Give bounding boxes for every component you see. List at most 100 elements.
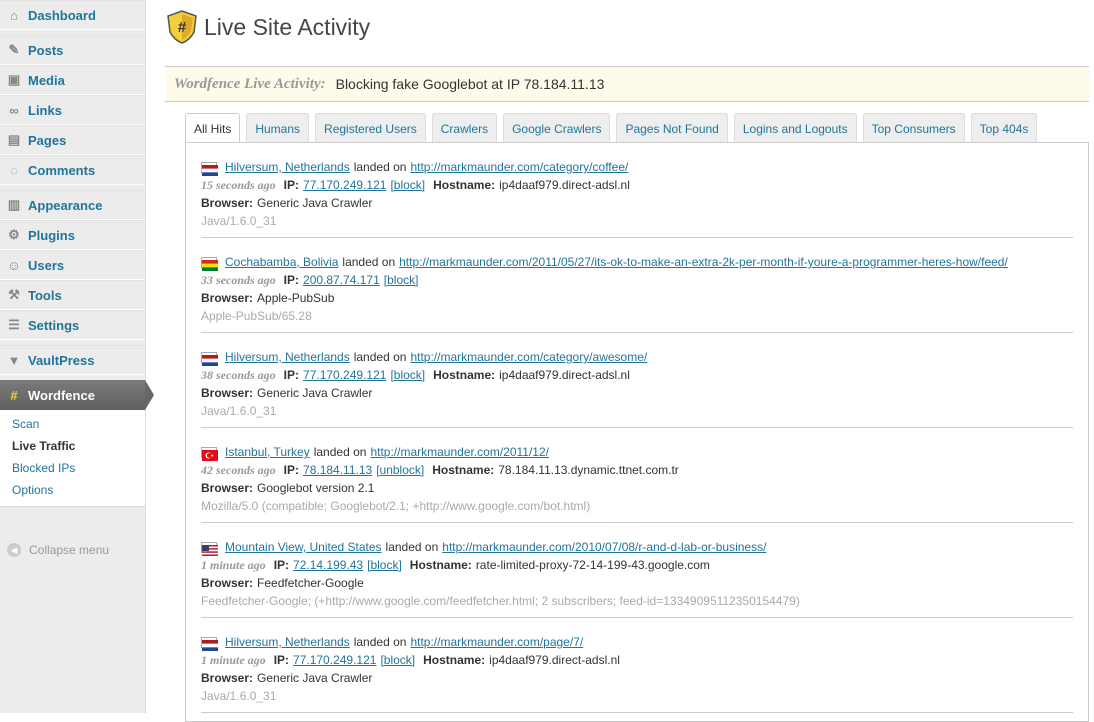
- main-content: # Live Site Activity Wordfence Live Acti…: [146, 0, 1094, 722]
- hit-user-agent: Mozilla/5.0 (compatible; Googlebot/2.1; …: [201, 499, 591, 513]
- tab-all-hits[interactable]: All Hits: [185, 113, 241, 144]
- block-ip-link[interactable]: [block]: [367, 556, 402, 574]
- hit-hostname: rate-limited-proxy-72-14-199-43.google.c…: [475, 558, 710, 572]
- plugin-icon: ⚙: [8, 227, 20, 242]
- hit-url-link[interactable]: http://markmaunder.com/category/coffee/: [410, 158, 628, 176]
- browser-label: Browser:: [201, 386, 254, 400]
- hit-location-row: Mountain View, United States landed on h…: [201, 538, 1073, 556]
- hit-ip-link[interactable]: 200.87.74.171: [303, 271, 380, 289]
- tab-logins-and-logouts[interactable]: Logins and Logouts: [733, 113, 857, 143]
- admin-sidebar: ⌂ Dashboard ✎ Posts ▣ Media ∞ Links ▤ Pages ◌ Comme…: [0, 0, 154, 713]
- sidebar-item-label: Tools: [28, 287, 62, 303]
- hit-url-link[interactable]: http://markmaunder.com/2011/12/: [370, 443, 549, 461]
- sidebar-item-label: Dashboard: [28, 7, 96, 23]
- hits-panel: Hilversum, Netherlands landed on http://…: [185, 142, 1089, 722]
- hit-url-link[interactable]: http://markmaunder.com/page/7/: [410, 633, 583, 651]
- hit-ip-link[interactable]: 72.14.199.43: [293, 556, 363, 574]
- sidebar-item-label: Media: [28, 72, 65, 88]
- submenu-options[interactable]: Options: [0, 480, 145, 502]
- wordfence-submenu: Scan Live Traffic Blocked IPs Options: [0, 410, 145, 507]
- live-activity-message: Blocking fake Googlebot at IP 78.184.11.…: [335, 76, 605, 92]
- ip-label: IP:: [273, 653, 290, 667]
- hit-entry: Cochabamba, Bolivia landed on http://mar…: [201, 238, 1073, 333]
- sidebar-item-users[interactable]: ☺ Users: [0, 250, 145, 280]
- block-ip-link[interactable]: [block]: [380, 651, 415, 669]
- tab-pages-not-found[interactable]: Pages Not Found: [616, 113, 728, 143]
- hit-entry: Hilversum, Netherlands landed on http://…: [201, 618, 1073, 713]
- hit-ip-row: 42 seconds ago IP: 78.184.11.13 [unblock…: [201, 461, 1073, 479]
- block-ip-link[interactable]: [block]: [390, 366, 425, 384]
- block-ip-link[interactable]: [block]: [390, 176, 425, 194]
- appearance-icon: ▥: [7, 197, 21, 212]
- hit-ip-link[interactable]: 78.184.11.13: [303, 461, 372, 479]
- submenu-scan[interactable]: Scan: [0, 414, 145, 436]
- sidebar-item-label: Appearance: [28, 197, 103, 213]
- sidebar-item-comments[interactable]: ◌ Comments: [0, 155, 145, 185]
- hit-location-link[interactable]: Mountain View, United States: [225, 538, 382, 556]
- collapse-menu-button[interactable]: ◀ Collapse menu: [0, 543, 145, 557]
- ip-label: IP:: [283, 273, 300, 287]
- hostname-label: Hostname:: [423, 653, 486, 667]
- sidebar-item-wordfence[interactable]: # Wordfence: [0, 380, 154, 410]
- hit-hostname: ip4daaf979.direct-adsl.nl: [489, 653, 620, 667]
- tab-top-consumers[interactable]: Top Consumers: [862, 113, 965, 143]
- hit-url-link[interactable]: http://markmaunder.com/2011/05/27/its-ok…: [399, 253, 1008, 271]
- block-ip-link[interactable]: [block]: [384, 271, 419, 289]
- hit-user-agent: Java/1.6.0_31: [201, 404, 277, 418]
- block-ip-link[interactable]: [unblock]: [376, 461, 424, 479]
- sidebar-item-label: Wordfence: [28, 387, 95, 403]
- hit-location-link[interactable]: Istanbul, Turkey: [225, 443, 310, 461]
- hit-user-agent: Apple-PubSub/65.28: [201, 309, 312, 323]
- hit-ip-link[interactable]: 77.170.249.121: [293, 651, 376, 669]
- sidebar-item-plugins[interactable]: ⚙ Plugins: [0, 220, 145, 250]
- hit-browser-row: Browser: Apple-PubSub: [201, 289, 1073, 307]
- traffic-tabs: All Hits Humans Registered Users Crawlers Go…: [185, 113, 1043, 144]
- vaultpress-icon: ▼: [7, 352, 21, 368]
- hit-url-link[interactable]: http://markmaunder.com/category/awesome/: [410, 348, 647, 366]
- tab-registered-users[interactable]: Registered Users: [315, 113, 426, 143]
- hostname-label: Hostname:: [432, 463, 495, 477]
- hit-location-link[interactable]: Cochabamba, Bolivia: [225, 253, 338, 271]
- tab-top-404s[interactable]: Top 404s: [970, 113, 1038, 143]
- hit-time-ago: 42 seconds ago: [201, 463, 276, 477]
- sidebar-item-appearance[interactable]: ▥ Appearance: [0, 190, 145, 220]
- hit-ip-link[interactable]: 77.170.249.121: [303, 176, 386, 194]
- hit-browser: Generic Java Crawler: [257, 196, 373, 210]
- hit-ip-row: 38 seconds ago IP: 77.170.249.121 [block…: [201, 366, 1073, 384]
- browser-label: Browser:: [201, 291, 254, 305]
- tab-crawlers[interactable]: Crawlers: [431, 113, 498, 143]
- landed-on-label: landed on: [353, 160, 407, 174]
- ip-label: IP:: [283, 368, 300, 382]
- hit-location-link[interactable]: Hilversum, Netherlands: [225, 348, 350, 366]
- sidebar-item-vaultpress[interactable]: ▼ VaultPress: [0, 345, 145, 375]
- sidebar-item-links[interactable]: ∞ Links: [0, 95, 145, 125]
- submenu-blocked-ips[interactable]: Blocked IPs: [0, 458, 145, 480]
- wordfence-shield-icon: #: [167, 10, 197, 44]
- country-flag-icon: [201, 541, 218, 556]
- hit-browser: Apple-PubSub: [257, 291, 335, 305]
- sidebar-item-label: Users: [28, 257, 65, 273]
- hit-user-agent: Java/1.6.0_31: [201, 214, 277, 228]
- tab-google-crawlers[interactable]: Google Crawlers: [503, 113, 611, 143]
- hit-url-link[interactable]: http://markmaunder.com/2010/07/08/r-and-…: [442, 538, 766, 556]
- sidebar-item-pages[interactable]: ▤ Pages: [0, 125, 145, 155]
- sidebar-item-media[interactable]: ▣ Media: [0, 65, 145, 95]
- hit-location-row: Hilversum, Netherlands landed on http://…: [201, 158, 1073, 176]
- sidebar-item-tools[interactable]: ⚒ Tools: [0, 280, 145, 310]
- hit-location-link[interactable]: Hilversum, Netherlands: [225, 158, 350, 176]
- landed-on-label: landed on: [342, 255, 396, 269]
- sidebar-item-label: Links: [28, 102, 62, 118]
- hit-location-link[interactable]: Hilversum, Netherlands: [225, 633, 350, 651]
- sidebar-item-posts[interactable]: ✎ Posts: [0, 35, 145, 65]
- hit-ip-link[interactable]: 77.170.249.121: [303, 366, 386, 384]
- tab-humans[interactable]: Humans: [246, 113, 310, 143]
- hit-location-row: Hilversum, Netherlands landed on http://…: [201, 633, 1073, 651]
- submenu-live-traffic[interactable]: Live Traffic: [0, 436, 145, 458]
- country-flag-icon: [201, 161, 218, 176]
- svg-text:#: #: [178, 19, 187, 36]
- sidebar-item-settings[interactable]: ☰ Settings: [0, 310, 145, 340]
- sidebar-item-label: Settings: [28, 317, 80, 333]
- sidebar-item-dashboard[interactable]: ⌂ Dashboard: [0, 0, 145, 30]
- hostname-label: Hostname:: [433, 368, 496, 382]
- hit-hostname: ip4daaf979.direct-adsl.nl: [499, 178, 630, 192]
